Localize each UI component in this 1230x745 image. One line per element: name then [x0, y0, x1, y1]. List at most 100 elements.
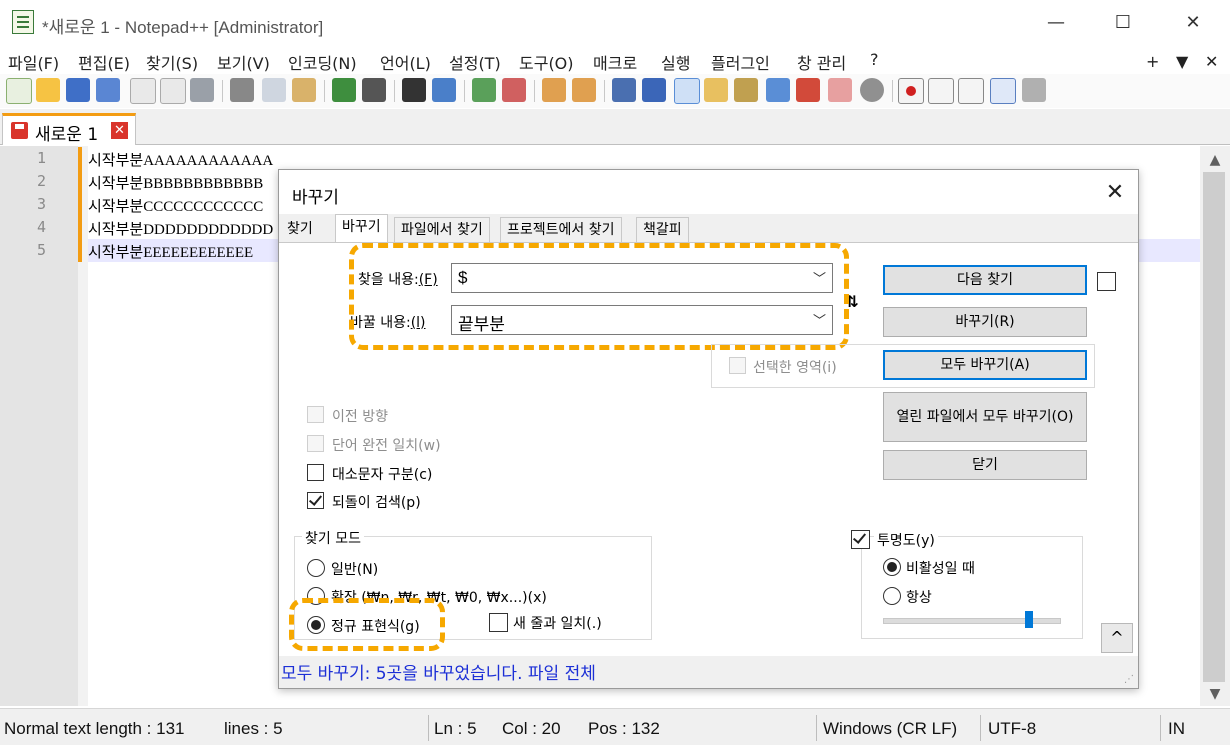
new-file-icon[interactable] [6, 78, 32, 104]
tab-find-in-files[interactable]: 파일에서 찾기 [394, 217, 490, 242]
zoom-in-icon[interactable] [472, 78, 496, 102]
menu-macro[interactable]: 매크로 [593, 50, 637, 74]
dialog-close-icon[interactable]: ✕ [1098, 178, 1132, 208]
tab-bar [0, 109, 1230, 145]
tab-replace[interactable]: 바꾸기 [335, 214, 388, 243]
open-file-icon[interactable] [36, 78, 60, 102]
new-tab-plus-icon[interactable]: + [1146, 52, 1159, 71]
tab-find-in-projects[interactable]: 프로젝트에서 찾기 [500, 217, 622, 242]
replace-dialog: 바꾸기 ✕ 찾기 바꾸기 파일에서 찾기 프로젝트에서 찾기 책갈피 찾을 내용… [278, 169, 1139, 689]
paste-icon[interactable] [292, 78, 316, 102]
dot-matches-newline-label: 새 줄과 일치(.) [513, 616, 602, 632]
close-doc-icon[interactable]: ✕ [1205, 52, 1218, 71]
tab-list-chevron-icon[interactable]: ▼ [1176, 52, 1188, 71]
backward-checkbox[interactable] [307, 406, 324, 423]
change-marker [78, 193, 82, 216]
unsaved-file-icon [11, 122, 28, 139]
scroll-down-icon[interactable]: ▼ [1200, 682, 1230, 706]
replace-button[interactable]: 바꾸기(R) [883, 307, 1087, 337]
menu-view[interactable]: 보기(V) [217, 50, 270, 74]
close-button[interactable]: 닫기 [883, 450, 1087, 480]
monitoring-icon[interactable] [860, 78, 884, 102]
save-macro-icon[interactable] [1022, 78, 1046, 102]
menu-search[interactable]: 찾기(S) [146, 50, 198, 74]
doc-map-icon[interactable] [734, 78, 758, 102]
menu-settings[interactable]: 설정(T) [449, 50, 501, 74]
menu-run[interactable]: 실행 [661, 50, 690, 74]
tab-close-icon[interactable]: ✕ [111, 122, 128, 139]
code-line[interactable]: 시작부분EEEEEEEEEEEE [88, 241, 253, 262]
minimize-button[interactable]: — [1033, 8, 1079, 38]
always-radio[interactable] [883, 587, 901, 605]
scrollbar-thumb[interactable] [1203, 172, 1225, 682]
menu-plugins[interactable]: 플러그인 [711, 50, 770, 74]
menu-tools[interactable]: 도구(O) [519, 50, 574, 74]
menu-file[interactable]: 파일(F) [8, 50, 59, 74]
menu-help[interactable]: ? [870, 50, 879, 69]
close-file-icon[interactable] [130, 78, 156, 104]
close-window-button[interactable]: ✕ [1170, 8, 1216, 38]
code-line[interactable]: 시작부분AAAAAAAAAAAA [88, 149, 273, 170]
change-marker [78, 147, 82, 170]
udl-icon[interactable] [704, 78, 728, 102]
whole-word-checkbox[interactable] [307, 435, 324, 452]
sync-horizontal-icon[interactable] [572, 78, 596, 102]
doc-list-icon[interactable] [766, 78, 790, 102]
run-macro-multiple-icon[interactable] [990, 78, 1016, 104]
save-icon[interactable] [66, 78, 90, 102]
tab-find[interactable]: 찾기 [281, 217, 319, 242]
transparency-checkbox[interactable] [851, 530, 870, 549]
menu-language[interactable]: 언어(L) [380, 50, 431, 74]
on-losing-focus-radio[interactable] [883, 558, 901, 576]
match-case-checkbox[interactable] [307, 464, 324, 481]
window-title: *새로운 1 - Notepad++ [Administrator] [42, 18, 324, 37]
scroll-up-icon[interactable]: ▲ [1200, 148, 1230, 172]
in-selection-checkbox[interactable] [729, 357, 746, 374]
undo-icon[interactable] [332, 78, 356, 102]
menu-edit[interactable]: 편집(E) [78, 50, 130, 74]
dialog-title: 바꾸기 [292, 188, 339, 208]
play-macro-icon[interactable] [958, 78, 984, 104]
sync-vertical-icon[interactable] [542, 78, 566, 102]
replace-all-open-button[interactable]: 열린 파일에서 모두 바꾸기(O) [883, 392, 1087, 442]
cut-icon[interactable] [230, 78, 254, 102]
status-ln: Ln : 5 [434, 719, 477, 738]
save-all-icon[interactable] [96, 78, 120, 102]
code-line[interactable]: 시작부분BBBBBBBBBBBB [88, 172, 263, 193]
close-all-icon[interactable] [160, 78, 186, 104]
dot-matches-newline-checkbox[interactable] [489, 613, 508, 632]
word-wrap-icon[interactable] [612, 78, 636, 102]
find-next-direction-checkbox[interactable] [1097, 272, 1116, 291]
print-icon[interactable] [190, 78, 214, 102]
folder-workspace-icon[interactable] [828, 78, 852, 102]
stop-macro-icon[interactable] [928, 78, 954, 104]
collapse-caret-icon[interactable]: ^ [1101, 623, 1133, 653]
find-next-button[interactable]: 다음 찾기 [883, 265, 1087, 295]
wrap-around-checkbox[interactable] [307, 492, 324, 509]
document-tab[interactable]: 새로운 1 ✕ [2, 113, 136, 145]
redo-icon[interactable] [362, 78, 386, 102]
normal-mode-radio[interactable] [307, 559, 325, 577]
transparency-slider-track[interactable] [883, 618, 1061, 624]
code-line[interactable]: 시작부분DDDDDDDDDDDD [88, 218, 273, 239]
dialog-title-bar: 바꾸기 ✕ [279, 170, 1138, 214]
find-icon[interactable] [402, 78, 426, 102]
always-label: 항상 [906, 590, 932, 606]
function-list-icon[interactable] [796, 78, 820, 102]
replace-all-button[interactable]: 모두 바꾸기(A) [883, 350, 1087, 380]
copy-icon[interactable] [262, 78, 286, 102]
transparency-slider-thumb[interactable] [1024, 611, 1033, 628]
show-all-chars-icon[interactable] [642, 78, 666, 102]
record-macro-icon[interactable] [898, 78, 924, 104]
menu-encoding[interactable]: 인코딩(N) [288, 50, 357, 74]
code-line[interactable]: 시작부분CCCCCCCCCCCC [88, 195, 263, 216]
zoom-out-icon[interactable] [502, 78, 526, 102]
replace-panel: 찾을 내용:(F) $ ﹀ 바꿀 내용:(l) 끝부분 ﹀ ⇅ 다음 찾기 바꾸… [279, 242, 1138, 656]
maximize-button[interactable]: ☐ [1100, 8, 1146, 38]
indent-guide-icon[interactable] [674, 78, 700, 104]
replace-icon[interactable] [432, 78, 456, 102]
tab-mark[interactable]: 책갈피 [636, 217, 689, 242]
line-number: 4 [36, 218, 46, 236]
menu-window[interactable]: 창 관리 [797, 50, 846, 74]
resize-grip-icon[interactable]: ⋰ [1124, 674, 1136, 686]
